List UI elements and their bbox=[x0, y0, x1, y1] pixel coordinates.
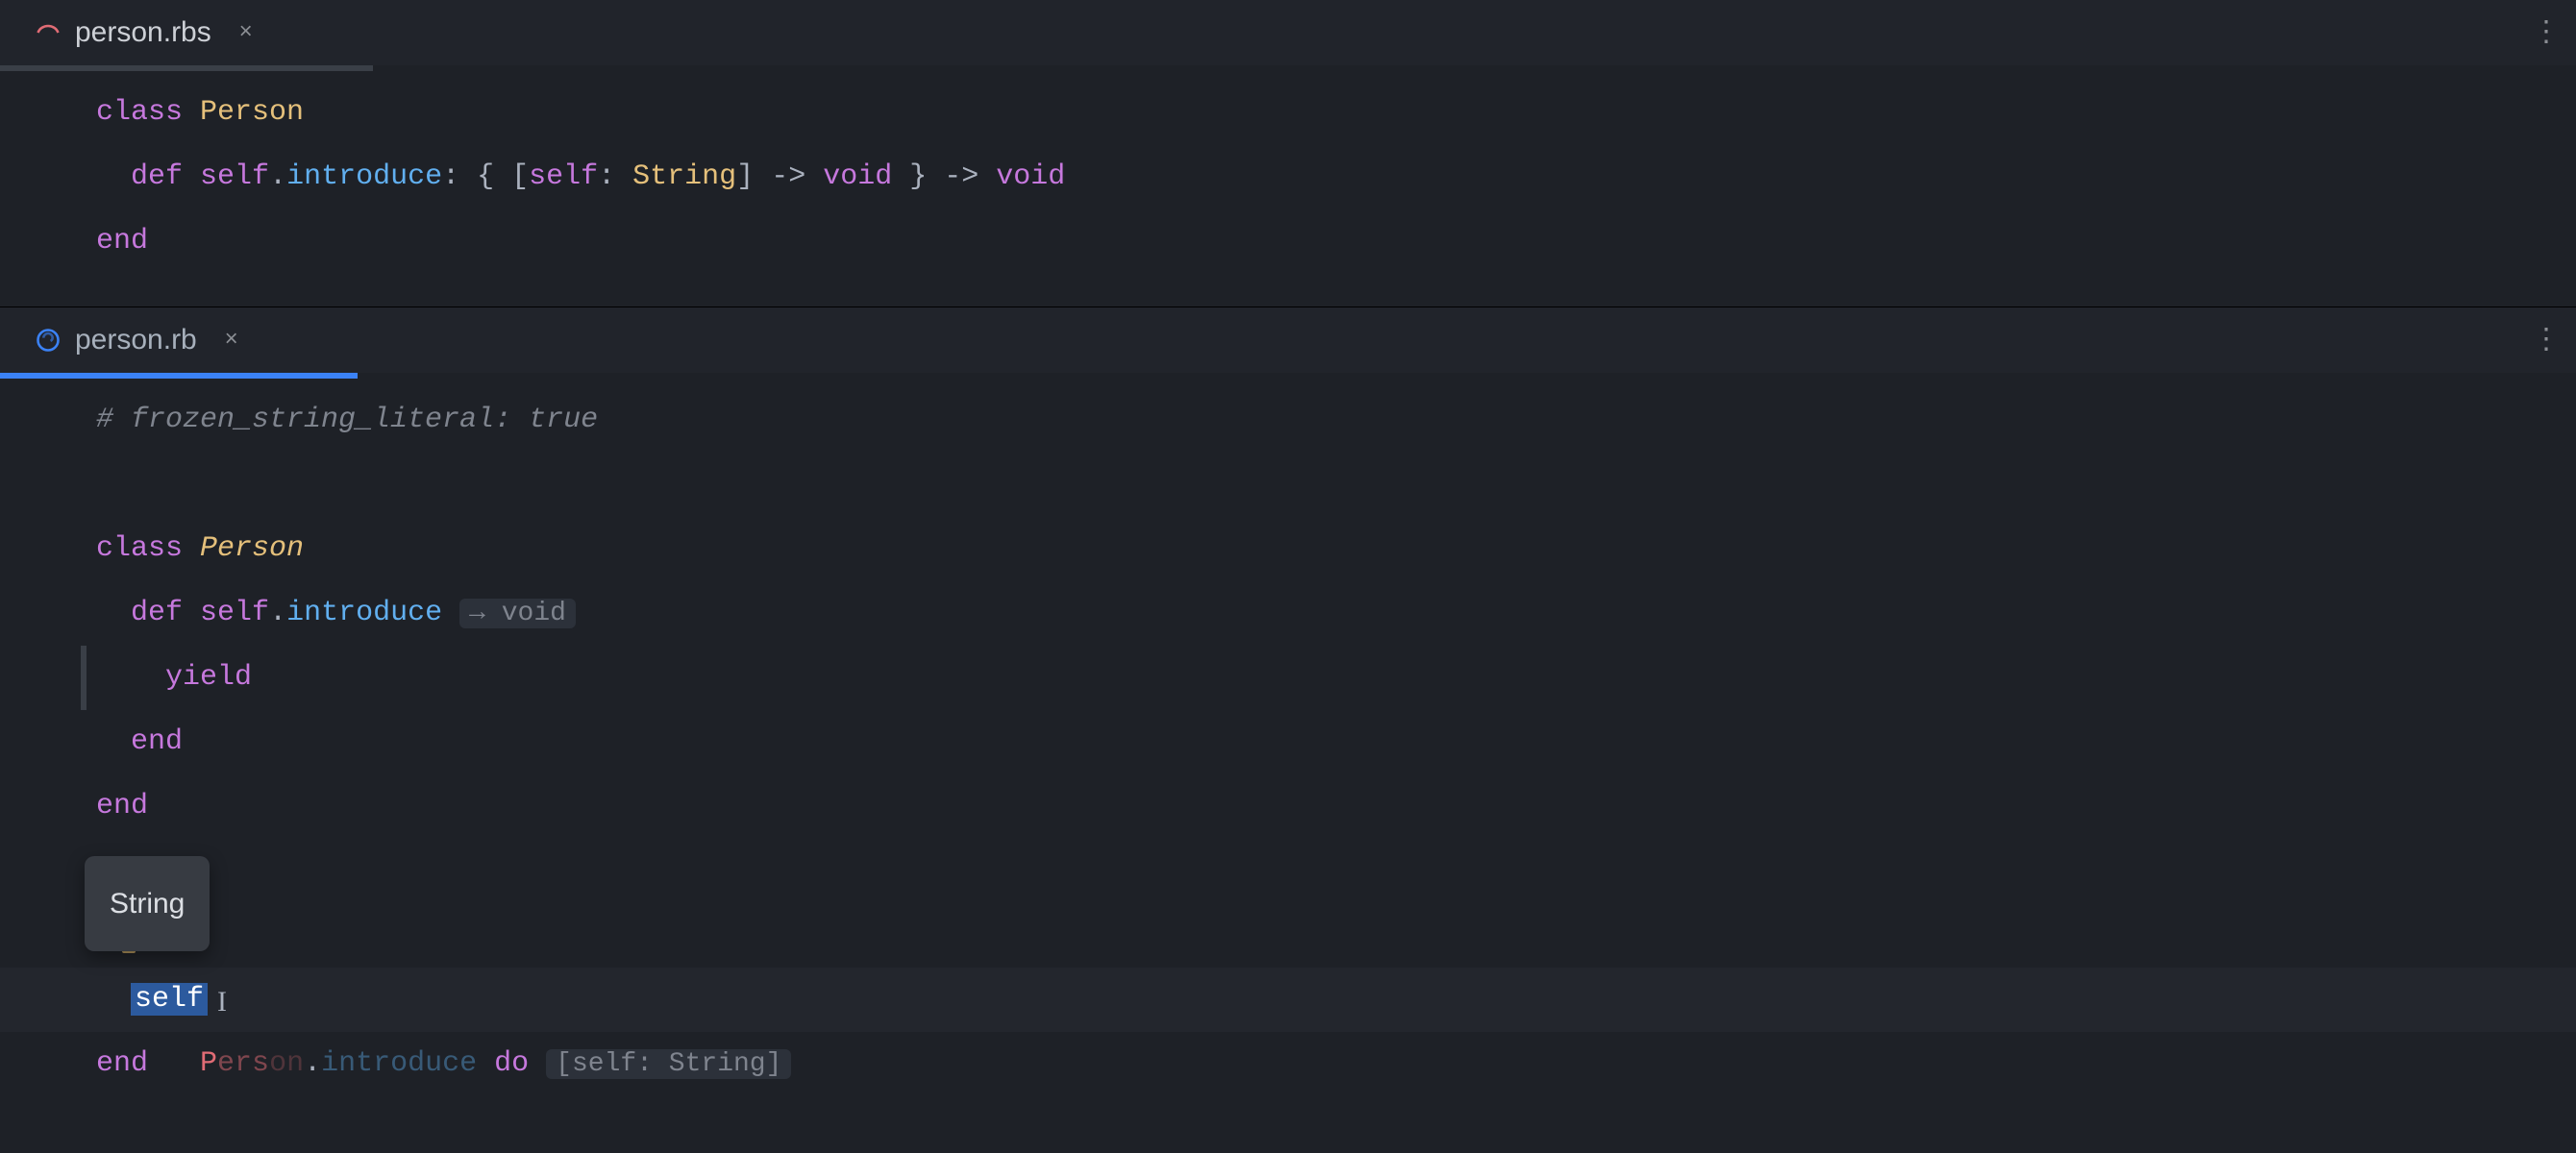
code-line: end bbox=[96, 1032, 2576, 1096]
editor-pane-bottom: person.rb × ⋮ # frozen_string_literal: t… bbox=[0, 307, 2576, 1096]
gutter-indent-guide bbox=[81, 646, 87, 710]
code-line: end bbox=[96, 209, 2576, 274]
code-line: class Person bbox=[96, 81, 2576, 145]
hover-tooltip: String bbox=[85, 856, 210, 951]
code-line: def self.introduce → void bbox=[96, 581, 2576, 646]
editor-pane-top: person.rbs × ⋮ class Person def self.int… bbox=[0, 0, 2576, 307]
ruby-type-icon bbox=[35, 19, 62, 46]
tab-label: person.rb bbox=[75, 324, 197, 356]
code-editor-bottom[interactable]: # frozen_string_literal: true class Pers… bbox=[0, 379, 2576, 1096]
selected-text: self bbox=[131, 983, 208, 1016]
tab-person-rb[interactable]: person.rb × bbox=[0, 307, 270, 373]
code-line: class Person bbox=[96, 517, 2576, 581]
tab-bar: person.rbs × ⋮ bbox=[0, 0, 2576, 65]
text-cursor bbox=[208, 973, 210, 1006]
code-line: def self.introduce: { [self: String] -> … bbox=[96, 145, 2576, 209]
code-line: end bbox=[96, 774, 2576, 839]
code-line bbox=[96, 839, 2576, 903]
tab-person-rbs[interactable]: person.rbs × bbox=[0, 0, 285, 65]
code-line: self bbox=[96, 968, 2576, 1032]
code-line: end bbox=[96, 710, 2576, 774]
more-icon[interactable]: ⋮ bbox=[2532, 323, 2563, 358]
more-icon[interactable]: ⋮ bbox=[2532, 15, 2563, 51]
close-icon[interactable]: × bbox=[235, 21, 258, 44]
close-icon[interactable]: × bbox=[220, 329, 243, 352]
tab-label: person.rbs bbox=[75, 16, 211, 49]
code-line bbox=[96, 453, 2576, 517]
code-line: Person.introduce do [self: String] bbox=[96, 903, 2576, 968]
tab-bar: person.rb × ⋮ bbox=[0, 307, 2576, 373]
code-line: # frozen_string_literal: true bbox=[96, 388, 2576, 453]
code-line: yield bbox=[96, 646, 2576, 710]
ruby-file-icon bbox=[35, 327, 62, 354]
code-editor-top[interactable]: class Person def self.introduce: { [self… bbox=[0, 71, 2576, 274]
inlay-hint-return: → void bbox=[459, 599, 576, 628]
